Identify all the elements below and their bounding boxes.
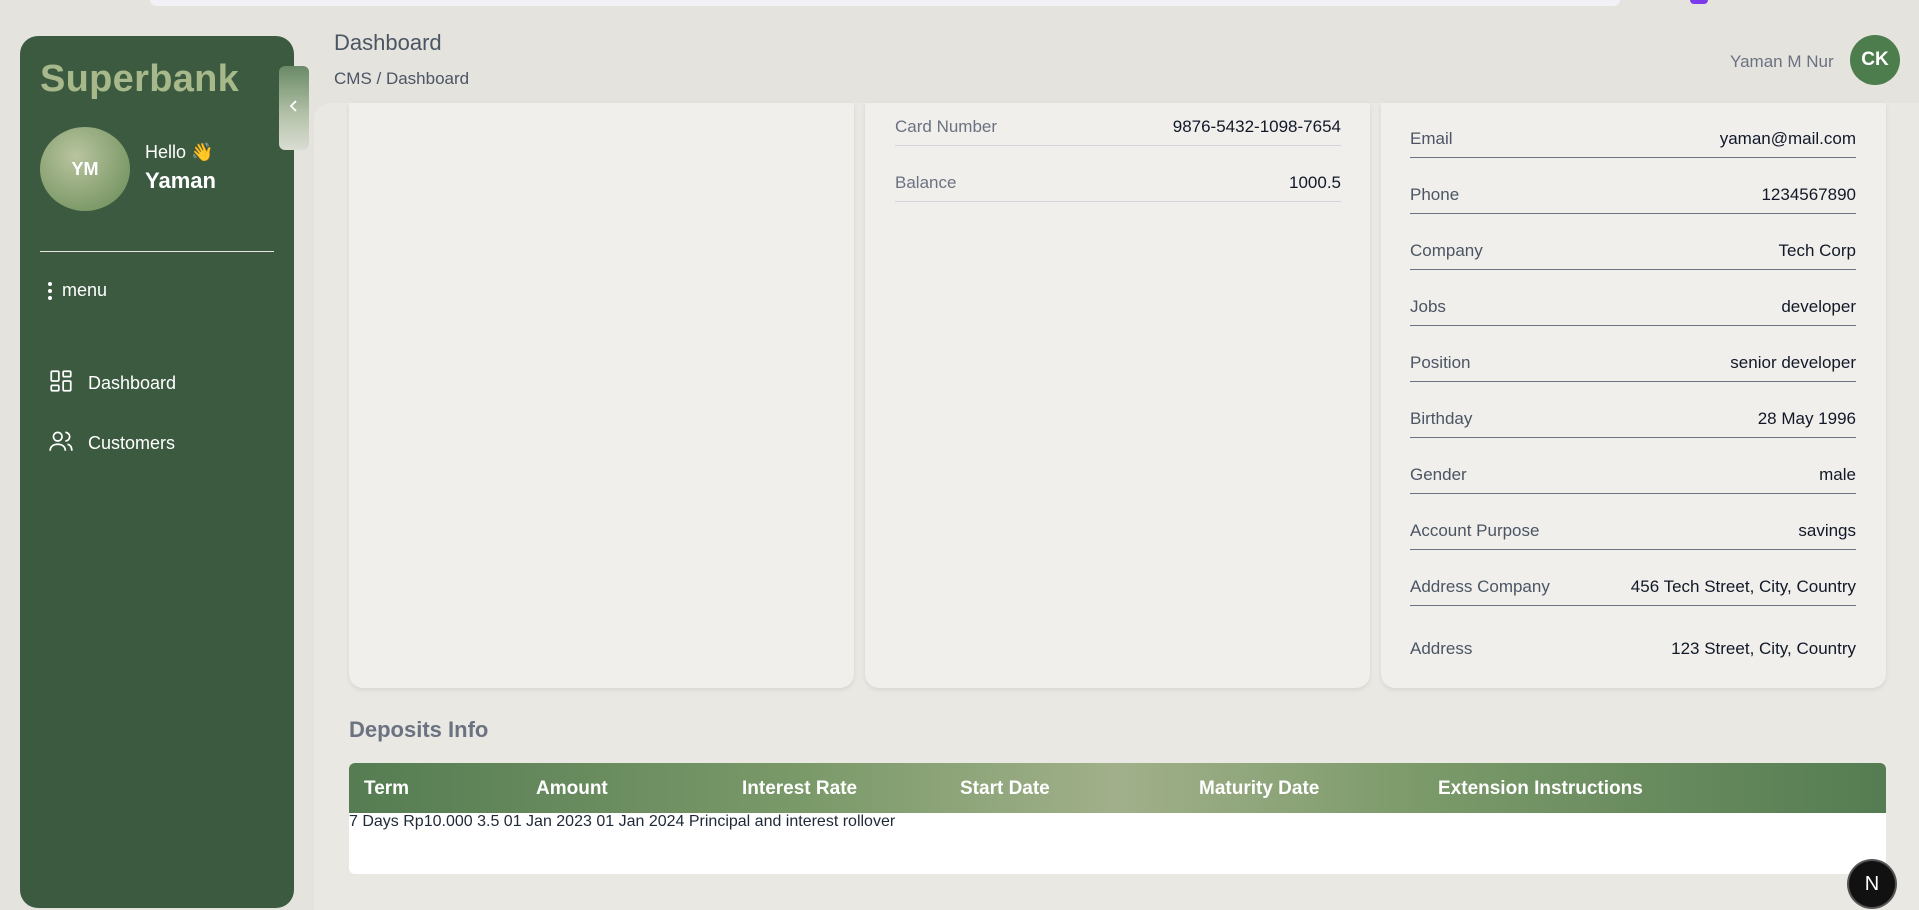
row-label: Address (1410, 639, 1473, 658)
info-row: Email yaman@mail.com (1410, 121, 1856, 158)
table-header-row: Term Amount Interest Rate Start Date Mat… (349, 763, 1886, 813)
header-username: Yaman M Nur (1730, 52, 1834, 71)
row-value: senior developer (1730, 353, 1856, 372)
profile-card: Email yaman@mail.com Phone 1234567890 Co… (1381, 103, 1886, 688)
row-value: developer (1781, 297, 1856, 316)
menu-header: menu (48, 280, 107, 301)
info-row: Card Number 9876-5432-1098-7654 (895, 103, 1341, 146)
card-image-panel (349, 103, 854, 688)
column-header-term[interactable]: Term (364, 778, 409, 800)
sidebar-item-label: Customers (88, 433, 176, 453)
sidebar-item-dashboard[interactable]: Dashboard (48, 368, 176, 399)
row-label: Account Purpose (1410, 521, 1540, 540)
row-label: Position (1410, 353, 1471, 372)
deposits-section-title: Deposits Info (349, 717, 489, 742)
row-value: male (1819, 465, 1856, 484)
info-row: Address 123 Street, City, Country (1410, 630, 1856, 667)
info-row: Account Purpose savings (1410, 513, 1856, 550)
sidebar: Superbank YM Hello 👋 Yaman menu Dashboar… (20, 36, 294, 908)
table-cell: Rp10.000 (403, 813, 473, 830)
deposits-table: Term Amount Interest Rate Start Date Mat… (349, 763, 1886, 874)
page-title: Dashboard (334, 30, 442, 55)
browser-top-strip (0, 0, 1919, 14)
greeting-text: Hello 👋 (145, 142, 214, 162)
row-label: Card Number (895, 117, 998, 136)
info-row: Gender male (1410, 457, 1856, 494)
info-row: Birthday 28 May 1996 (1410, 401, 1856, 438)
table-cell: Principal and interest rollover (688, 813, 896, 830)
sidebar-username: Yaman (145, 168, 216, 193)
row-value: 456 Tech Street, City, Country (1630, 577, 1856, 596)
sidebar-collapse-button[interactable] (279, 66, 309, 150)
row-value: Tech Corp (1778, 241, 1856, 260)
breadcrumb: CMS / Dashboard (334, 69, 470, 88)
row-label: Phone (1410, 185, 1460, 204)
sidebar-item-label: Dashboard (88, 373, 177, 393)
row-value: 1234567890 (1761, 185, 1856, 204)
table-cell: 7 Days (349, 813, 399, 830)
info-row: Address Company 456 Tech Street, City, C… (1410, 569, 1856, 606)
users-icon (48, 428, 74, 459)
row-label: Balance (895, 173, 957, 192)
row-value: yaman@mail.com (1719, 129, 1856, 148)
row-value: 9876-5432-1098-7654 (1172, 117, 1341, 136)
table-cell: 01 Jan 2024 (596, 813, 685, 830)
column-header-amount[interactable]: Amount (536, 778, 608, 800)
row-label: Jobs (1410, 297, 1446, 316)
row-label: Company (1410, 241, 1483, 260)
dashboard-grid-icon (48, 368, 74, 399)
browser-extension-icon (1690, 0, 1708, 4)
row-value: 1000.5 (1289, 173, 1341, 192)
column-header-start-date[interactable]: Start Date (960, 778, 1050, 800)
sidebar-divider (40, 251, 274, 252)
column-header-maturity-date[interactable]: Maturity Date (1199, 778, 1319, 800)
sidebar-item-customers[interactable]: Customers (48, 428, 175, 459)
header-avatar[interactable]: CK (1850, 35, 1900, 85)
browser-address-bar-edge (150, 0, 1620, 6)
info-row: Position senior developer (1410, 345, 1856, 382)
column-header-extension-instructions[interactable]: Extension Instructions (1438, 778, 1643, 800)
column-header-interest-rate[interactable]: Interest Rate (742, 778, 857, 800)
menu-label: menu (62, 280, 108, 300)
row-label: Email (1410, 129, 1453, 148)
row-label: Gender (1410, 465, 1467, 484)
account-card: Card Number 9876-5432-1098-7654 Balance … (865, 103, 1370, 688)
info-row: Jobs developer (1410, 289, 1856, 326)
brand-logo[interactable]: Superbank (40, 58, 239, 101)
info-row: Phone 1234567890 (1410, 177, 1856, 214)
table-row[interactable]: 7 Days Rp10.000 3.5 01 Jan 2023 01 Jan 2… (349, 813, 1886, 831)
table-cell: 01 Jan 2023 (503, 813, 592, 830)
row-label: Birthday (1410, 409, 1473, 428)
row-value: 28 May 1996 (1757, 409, 1856, 428)
sidebar-avatar: YM (40, 127, 130, 211)
table-cell: 3.5 (477, 813, 500, 830)
info-row: Balance 1000.5 (895, 159, 1341, 202)
row-value: 123 Street, City, Country (1671, 639, 1856, 658)
nextjs-dev-badge[interactable]: N (1849, 861, 1895, 907)
kebab-menu-icon (48, 281, 52, 300)
info-row: Company Tech Corp (1410, 233, 1856, 270)
row-value: savings (1798, 521, 1856, 540)
row-label: Address Company (1410, 577, 1550, 596)
chevron-left-icon (288, 99, 300, 118)
